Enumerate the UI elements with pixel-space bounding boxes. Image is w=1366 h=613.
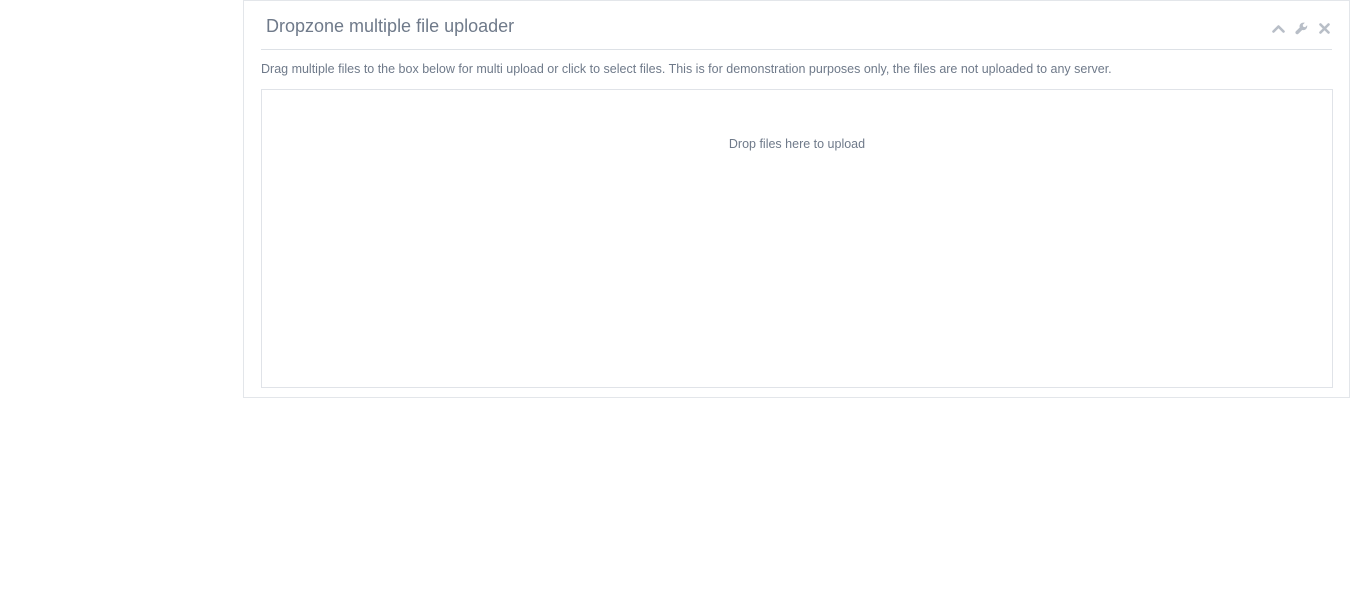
dropzone-message: Drop files here to upload xyxy=(728,137,866,151)
close-icon xyxy=(1319,22,1330,34)
panel-description: Drag multiple files to the box below for… xyxy=(261,62,1112,76)
chevron-up-icon xyxy=(1272,24,1285,33)
collapse-button[interactable] xyxy=(1271,21,1286,36)
panel-header: Dropzone multiple file uploader xyxy=(261,1,1332,50)
panel-title: Dropzone multiple file uploader xyxy=(266,16,515,36)
settings-button[interactable] xyxy=(1294,21,1309,36)
close-button[interactable] xyxy=(1317,21,1332,36)
wrench-icon xyxy=(1295,22,1308,34)
dropzone-area[interactable]: Drop files here to upload xyxy=(261,89,1333,388)
panel-tools xyxy=(1271,19,1332,37)
dropzone-panel: Dropzone multiple file uploader Drag mul… xyxy=(243,0,1350,398)
